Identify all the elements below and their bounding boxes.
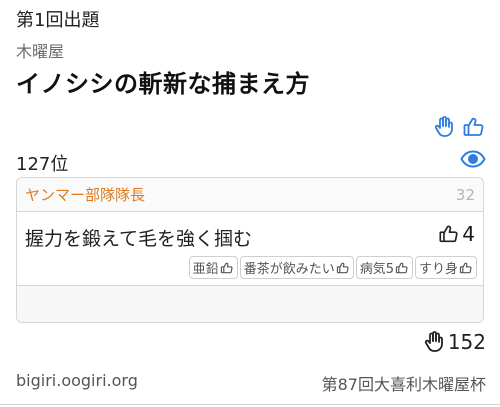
rank-label: 127位 xyxy=(16,154,69,175)
thumbs-up-icon xyxy=(459,261,473,275)
divider xyxy=(0,404,500,405)
comment-chip[interactable]: 亜鉛 xyxy=(188,256,238,279)
comment-chip[interactable]: すり身 xyxy=(414,256,477,279)
round-label: 第1回出題 xyxy=(16,10,100,31)
eye-icon[interactable] xyxy=(460,147,486,171)
event-name: 第87回大喜利木曜屋杯 xyxy=(321,375,486,394)
comment-text: 亜鉛 xyxy=(192,262,219,277)
card-body: 握力を鍛えて毛を強く掴む 4 亜鉛 番茶が飲みたい 病気5 すり身 xyxy=(17,212,483,286)
thumbs-up-icon xyxy=(220,261,234,275)
thumbs-up-icon[interactable] xyxy=(462,115,486,139)
author-name[interactable]: 木曜屋 xyxy=(16,38,64,62)
page-title: イノシシの斬新な捕まえ方 xyxy=(16,70,310,98)
vote-number: 152 xyxy=(447,330,486,354)
answer-card: ヤンマー部隊隊長 32 握力を鍛えて毛を強く掴む 4 亜鉛 番茶が飲みたい 病気… xyxy=(16,177,484,323)
like-count: 4 xyxy=(462,222,475,246)
thumbs-up-icon xyxy=(395,261,409,275)
answer-text: 握力を鍛えて毛を強く掴む xyxy=(25,228,253,250)
thumbs-up-icon xyxy=(438,223,460,245)
answer-likes[interactable]: 4 xyxy=(438,222,475,246)
thumbs-up-icon xyxy=(336,261,350,275)
answer-user[interactable]: ヤンマー部隊隊長 xyxy=(25,184,145,205)
comment-chip[interactable]: 病気5 xyxy=(355,256,413,279)
top-actions xyxy=(432,115,486,139)
hand-vote-icon xyxy=(422,330,446,354)
card-header: ヤンマー部隊隊長 32 xyxy=(17,178,483,212)
comment-text: すり身 xyxy=(418,262,458,277)
comment-list: 亜鉛 番茶が飲みたい 病気5 すり身 xyxy=(188,256,477,279)
site-link[interactable]: bigiri.oogiri.org xyxy=(16,371,138,390)
comment-chip[interactable]: 番茶が飲みたい xyxy=(239,256,354,279)
comment-text: 病気5 xyxy=(359,262,394,277)
comment-text: 番茶が飲みたい xyxy=(243,262,335,277)
hand-icon[interactable] xyxy=(432,115,456,139)
vote-count[interactable]: 152 xyxy=(422,330,486,354)
answer-number: 32 xyxy=(455,185,475,204)
card-footer xyxy=(17,286,483,322)
